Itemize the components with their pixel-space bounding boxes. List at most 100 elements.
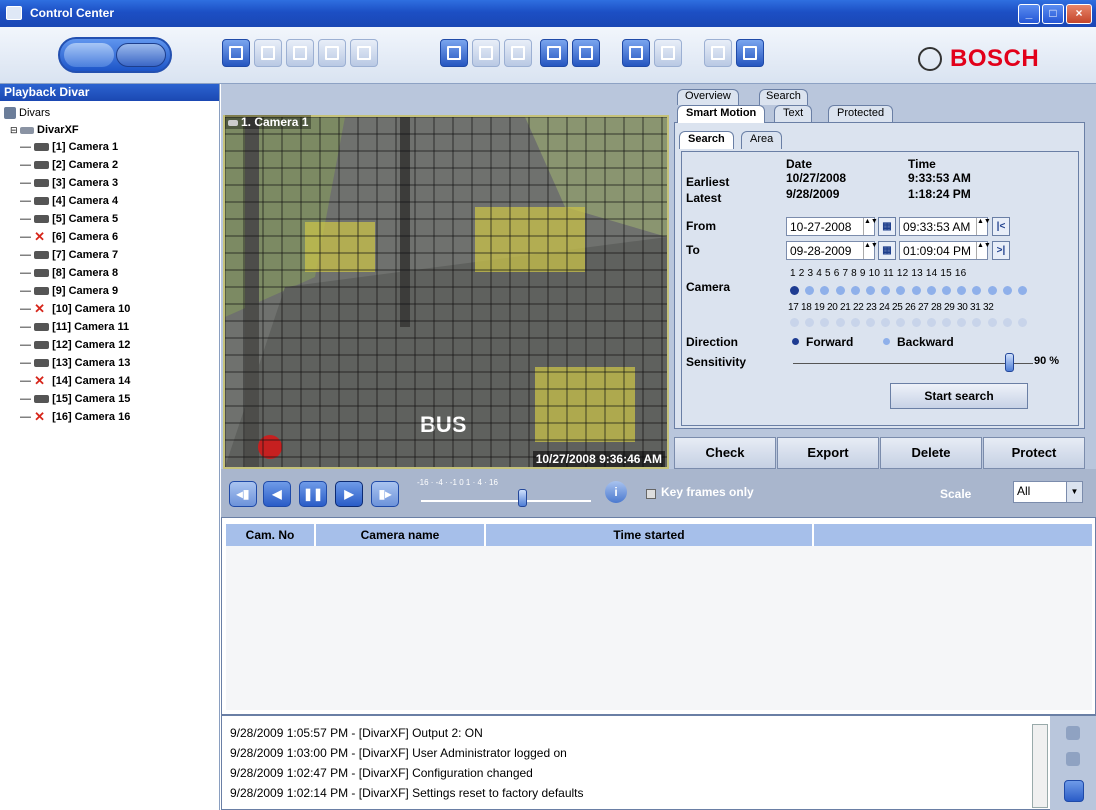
camera-radio-12[interactable] [957, 286, 967, 295]
camera-radio-10[interactable] [926, 286, 936, 295]
log-scrollbar[interactable] [1032, 724, 1048, 808]
sidebar-camera-item[interactable]: — [15] Camera 15 [20, 391, 130, 408]
key-frames-checkbox[interactable] [646, 489, 656, 499]
camera-radio-11[interactable] [942, 286, 951, 295]
camera-radio-1[interactable] [790, 286, 799, 295]
backward-radio[interactable] [883, 338, 890, 345]
tree-device[interactable]: ⊟ DivarXF [10, 122, 79, 139]
camera-radio-5[interactable] [850, 286, 860, 295]
motion-runner-icon[interactable] [1066, 752, 1080, 766]
layout-single-button[interactable] [222, 39, 250, 67]
play-icon[interactable] [504, 39, 532, 67]
camera-radio-4[interactable] [835, 286, 845, 295]
col-cam-no[interactable]: Cam. No [226, 524, 316, 546]
to-date-field[interactable]: 09-28-2009 ▲▼ [786, 241, 878, 260]
camera-radio-20[interactable] [835, 318, 845, 327]
settings-wrench-icon[interactable] [622, 39, 650, 67]
spinner-icon[interactable]: ▲▼ [976, 218, 991, 235]
sidebar-camera-item[interactable]: — ✕ [16] Camera 16 [20, 409, 130, 426]
camera-radio-14[interactable] [987, 286, 997, 295]
print-icon[interactable] [440, 39, 468, 67]
camera-radio-7[interactable] [881, 286, 891, 295]
camera-radio-16[interactable] [1018, 286, 1027, 295]
tab-protected[interactable]: Protected [828, 105, 894, 123]
protect-button[interactable]: Protect [983, 437, 1085, 469]
delete-button[interactable]: Delete [880, 437, 982, 469]
sidebar-camera-item[interactable]: — [12] Camera 12 [20, 337, 130, 354]
export-icon[interactable] [540, 39, 568, 67]
camera-radio-17[interactable] [790, 318, 799, 327]
camera-radio-30[interactable] [987, 318, 997, 327]
info-icon[interactable]: i [605, 481, 627, 503]
check-button[interactable]: Check [674, 437, 776, 469]
tab-inner-search[interactable]: Search [679, 131, 734, 149]
maximize-button[interactable]: □ [1042, 4, 1064, 24]
layout-nine-button[interactable] [286, 39, 314, 67]
tab-smart-motion[interactable]: Smart Motion [677, 105, 766, 123]
chevron-down-icon[interactable]: ▼ [1066, 482, 1082, 502]
camera-radio-6[interactable] [866, 286, 875, 295]
sidebar-camera-item[interactable]: — [5] Camera 5 [20, 211, 118, 228]
play-forward-icon[interactable]: ▶ [335, 481, 363, 507]
col-time-started[interactable]: Time started [486, 524, 814, 546]
camera-radio-28[interactable] [957, 318, 967, 327]
video-frame[interactable]: BUS 10/27/2008 9:36:46 AM [223, 115, 669, 469]
to-time-field[interactable]: 01:09:04 PM ▲▼ [899, 241, 991, 260]
sidebar-camera-item[interactable]: — [3] Camera 3 [20, 175, 118, 192]
camera-radio-25[interactable] [911, 318, 921, 327]
last-record-button[interactable]: >| [992, 241, 1010, 260]
monitor-icon[interactable] [654, 39, 682, 67]
camera-radio-9[interactable] [911, 286, 921, 295]
camera-radio-13[interactable] [972, 286, 982, 295]
playback-mode-button[interactable] [116, 43, 166, 67]
sidebar-camera-item[interactable]: — [4] Camera 4 [20, 193, 118, 210]
camera-radio-15[interactable] [1002, 286, 1012, 295]
tab-search[interactable]: Search [759, 89, 808, 105]
step-forward-icon[interactable]: ▮▸ [371, 481, 399, 507]
from-date-field[interactable]: 10-27-2008 ▲▼ [786, 217, 878, 236]
sidebar-camera-item[interactable]: — [8] Camera 8 [20, 265, 118, 282]
alarm-bell-icon[interactable] [1066, 726, 1080, 740]
calendar-icon[interactable]: ▦ [878, 241, 896, 260]
camera-radio-18[interactable] [805, 318, 815, 327]
layout-cascade-button[interactable] [350, 39, 378, 67]
speed-slider[interactable] [518, 489, 527, 507]
col-extra[interactable] [814, 524, 1092, 546]
sidebar-camera-item[interactable]: — [7] Camera 7 [20, 247, 118, 264]
camera-radio-23[interactable] [881, 318, 891, 327]
camera-radio-2[interactable] [805, 286, 815, 295]
sidebar-camera-item[interactable]: — ✕ [10] Camera 10 [20, 301, 130, 318]
sensitivity-slider[interactable] [1005, 353, 1014, 372]
layout-sixteen-button[interactable] [318, 39, 346, 67]
camera-radio-32[interactable] [1018, 318, 1027, 327]
live-mode-button[interactable] [64, 43, 114, 67]
spinner-icon[interactable]: ▲▼ [863, 242, 878, 259]
spinner-icon[interactable]: ▲▼ [863, 218, 878, 235]
step-back-icon[interactable]: ◂▮ [229, 481, 257, 507]
col-camera-name[interactable]: Camera name [316, 524, 486, 546]
pause-icon[interactable]: ❚❚ [299, 481, 327, 507]
sidebar-camera-item[interactable]: — ✕ [6] Camera 6 [20, 229, 118, 246]
camera-radio-31[interactable] [1002, 318, 1012, 327]
start-search-button[interactable]: Start search [890, 383, 1028, 409]
camera-radio-8[interactable] [896, 286, 906, 295]
help-icon[interactable] [704, 39, 732, 67]
tab-inner-area[interactable]: Area [741, 131, 783, 149]
sidebar-camera-item[interactable]: — [11] Camera 11 [20, 319, 129, 336]
play-reverse-icon[interactable]: ◀ [263, 481, 291, 507]
tree-root[interactable]: Divars [4, 105, 50, 122]
camera-radio-29[interactable] [972, 318, 982, 327]
camera-radio-27[interactable] [942, 318, 951, 327]
sidebar-camera-item[interactable]: — [9] Camera 9 [20, 283, 118, 300]
snapshot-icon[interactable] [472, 39, 500, 67]
export-button[interactable]: Export [777, 437, 879, 469]
camera-radio-21[interactable] [850, 318, 860, 327]
close-button[interactable]: × [1066, 4, 1092, 24]
camera-radio-22[interactable] [866, 318, 875, 327]
sidebar-camera-item[interactable]: — ✕ [14] Camera 14 [20, 373, 130, 390]
first-record-button[interactable]: |< [992, 217, 1010, 236]
tab-overview[interactable]: Overview [677, 89, 739, 105]
layout-quad-button[interactable] [254, 39, 282, 67]
audio-icon[interactable] [572, 39, 600, 67]
camera-radio-3[interactable] [820, 286, 830, 295]
